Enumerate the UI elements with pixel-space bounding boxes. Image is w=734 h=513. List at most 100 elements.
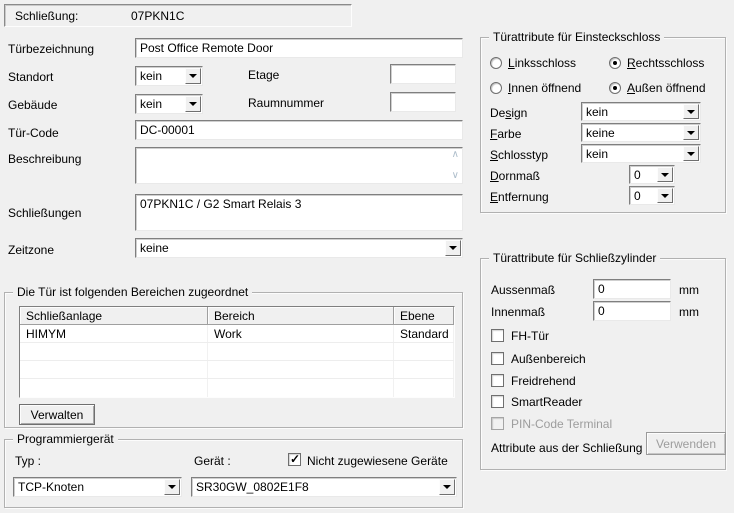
entfernung-value: 0 bbox=[634, 189, 654, 203]
zeitzone-select[interactable]: keine bbox=[135, 238, 463, 258]
aussenbereich-checkbox[interactable] bbox=[491, 352, 504, 365]
standort-value: kein bbox=[140, 69, 182, 83]
verwalten-button[interactable]: Verwalten bbox=[19, 404, 95, 425]
tuer-code-input[interactable] bbox=[135, 120, 463, 140]
table-row[interactable]: HIMYM Work Standard bbox=[20, 325, 454, 343]
lock-header-label: Schließung: bbox=[15, 9, 78, 23]
farbe-select[interactable]: keine bbox=[581, 123, 701, 142]
einsteckschloss-group-title: Türattribute für Einsteckschloss bbox=[489, 30, 664, 44]
geraet-label: Gerät : bbox=[194, 454, 231, 468]
schlosstyp-value: kein bbox=[586, 147, 680, 161]
einsteckschloss-group: Türattribute für Einsteckschloss Linkssc… bbox=[480, 37, 726, 213]
tuerbezeichnung-input[interactable] bbox=[135, 38, 463, 58]
column-header-bereich[interactable]: Bereich bbox=[208, 307, 394, 325]
programmiergeraet-group: Programmiergerät Typ : Gerät : Nicht zug… bbox=[4, 439, 463, 508]
radio-rechtsschloss-label[interactable]: Rechtsschloss bbox=[627, 56, 704, 70]
schliesszylinder-group-title: Türattribute für Schließzylinder bbox=[489, 251, 660, 265]
zeitzone-label: Zeitzone bbox=[8, 243, 54, 257]
radio-linksschloss-label[interactable]: Linksschloss bbox=[508, 56, 576, 70]
aussenmass-unit: mm bbox=[679, 283, 699, 297]
schliessungen-label: Schließungen bbox=[8, 206, 81, 220]
cell-ebene: Standard bbox=[394, 325, 454, 342]
typ-select[interactable]: TCP-Knoten bbox=[13, 477, 182, 497]
farbe-label: Farbe bbox=[490, 127, 521, 141]
chevron-down-icon[interactable] bbox=[657, 188, 673, 203]
gebaeude-value: kein bbox=[140, 97, 182, 111]
standort-label: Standort bbox=[8, 70, 53, 84]
table-header-row: Schließanlage Bereich Ebene bbox=[20, 307, 454, 325]
design-value: kein bbox=[586, 105, 680, 119]
chevron-down-icon[interactable] bbox=[185, 96, 201, 112]
radio-rechtsschloss[interactable] bbox=[609, 57, 621, 69]
column-header-ebene[interactable]: Ebene bbox=[394, 307, 454, 325]
zeitzone-value: keine bbox=[140, 241, 442, 255]
fh-tuer-checkbox[interactable] bbox=[491, 329, 504, 342]
nicht-zugewiesene-checkbox[interactable] bbox=[288, 453, 301, 466]
gebaeude-label: Gebäude bbox=[8, 98, 57, 112]
innenmass-input[interactable] bbox=[593, 301, 671, 321]
etage-input[interactable] bbox=[390, 64, 456, 84]
innenmass-label: Innenmaß bbox=[491, 305, 545, 319]
table-row-empty bbox=[20, 379, 454, 397]
chevron-down-icon[interactable] bbox=[657, 167, 673, 182]
door-properties-dialog: { "colors": { "window_bg": "#f0f0f0", "f… bbox=[0, 0, 734, 513]
radio-innen-oeffnend[interactable] bbox=[490, 82, 502, 94]
fh-tuer-label[interactable]: FH-Tür bbox=[511, 329, 549, 343]
chevron-down-icon[interactable] bbox=[445, 240, 461, 256]
scroll-up-icon[interactable]: ∧ bbox=[452, 150, 459, 160]
chevron-down-icon[interactable] bbox=[185, 68, 201, 84]
attribute-aus-schliessung-label: Attribute aus der Schließung bbox=[491, 441, 642, 455]
freidrehend-label[interactable]: Freidrehend bbox=[511, 374, 576, 388]
freidrehend-checkbox[interactable] bbox=[491, 374, 504, 387]
tuerbezeichnung-label: Türbezeichnung bbox=[8, 42, 94, 56]
etage-label: Etage bbox=[248, 68, 279, 82]
entfernung-select[interactable]: 0 bbox=[629, 186, 675, 205]
schlosstyp-select[interactable]: kein bbox=[581, 144, 701, 163]
schliesszylinder-group: Türattribute für Schließzylinder Aussenm… bbox=[480, 258, 726, 470]
pin-code-terminal-checkbox bbox=[491, 417, 504, 430]
radio-linksschloss[interactable] bbox=[490, 57, 502, 69]
aussenbereich-label[interactable]: Außenbereich bbox=[511, 352, 586, 366]
table-row-empty bbox=[20, 361, 454, 379]
geraet-value: SR30GW_0802E1F8 bbox=[196, 480, 436, 494]
table-row-empty bbox=[20, 343, 454, 361]
programmiergeraet-group-title: Programmiergerät bbox=[13, 432, 118, 446]
dornmass-value: 0 bbox=[634, 168, 654, 182]
typ-label: Typ : bbox=[15, 454, 41, 468]
dornmass-select[interactable]: 0 bbox=[629, 165, 675, 184]
innenmass-unit: mm bbox=[679, 305, 699, 319]
standort-select[interactable]: kein bbox=[135, 66, 203, 86]
geraet-select[interactable]: SR30GW_0802E1F8 bbox=[191, 477, 457, 497]
aussenmass-input[interactable] bbox=[593, 279, 671, 299]
chevron-down-icon[interactable] bbox=[164, 479, 180, 495]
aussenmass-label: Aussenmaß bbox=[491, 283, 555, 297]
schlosstyp-label: Schlosstyp bbox=[490, 148, 548, 162]
smartreader-label[interactable]: SmartReader bbox=[511, 395, 582, 409]
column-header-schliessanlage[interactable]: Schließanlage bbox=[20, 307, 208, 325]
gebaeude-select[interactable]: kein bbox=[135, 94, 203, 114]
bereiche-table: Schließanlage Bereich Ebene HIMYM Work S… bbox=[19, 306, 455, 398]
raumnummer-label: Raumnummer bbox=[248, 96, 324, 110]
cell-schliessanlage: HIMYM bbox=[20, 325, 208, 342]
radio-innen-oeffnend-label[interactable]: Innen öffnend bbox=[508, 81, 581, 95]
dornmass-label: Dornmaß bbox=[490, 169, 540, 183]
entfernung-label: Entfernung bbox=[490, 190, 549, 204]
lock-header-value: 07PKN1C bbox=[131, 9, 184, 23]
smartreader-checkbox[interactable] bbox=[491, 395, 504, 408]
nicht-zugewiesene-label[interactable]: Nicht zugewiesene Geräte bbox=[307, 454, 448, 468]
radio-aussen-oeffnend[interactable] bbox=[609, 82, 621, 94]
verwenden-button: Verwenden bbox=[646, 432, 726, 455]
schliessungen-textarea[interactable]: 07PKN1C / G2 Smart Relais 3 bbox=[135, 194, 463, 231]
typ-value: TCP-Knoten bbox=[18, 480, 161, 494]
chevron-down-icon[interactable] bbox=[683, 104, 699, 119]
scroll-down-icon[interactable]: ∨ bbox=[452, 171, 459, 181]
chevron-down-icon[interactable] bbox=[683, 146, 699, 161]
beschreibung-textarea[interactable]: ∧ ∨ bbox=[135, 147, 463, 184]
pin-code-terminal-label: PIN-Code Terminal bbox=[511, 417, 612, 431]
cell-bereich: Work bbox=[208, 325, 394, 342]
chevron-down-icon[interactable] bbox=[439, 479, 455, 495]
chevron-down-icon[interactable] bbox=[683, 125, 699, 140]
raumnummer-input[interactable] bbox=[390, 92, 456, 112]
design-select[interactable]: kein bbox=[581, 102, 701, 121]
radio-aussen-oeffnend-label[interactable]: Außen öffnend bbox=[627, 81, 706, 95]
